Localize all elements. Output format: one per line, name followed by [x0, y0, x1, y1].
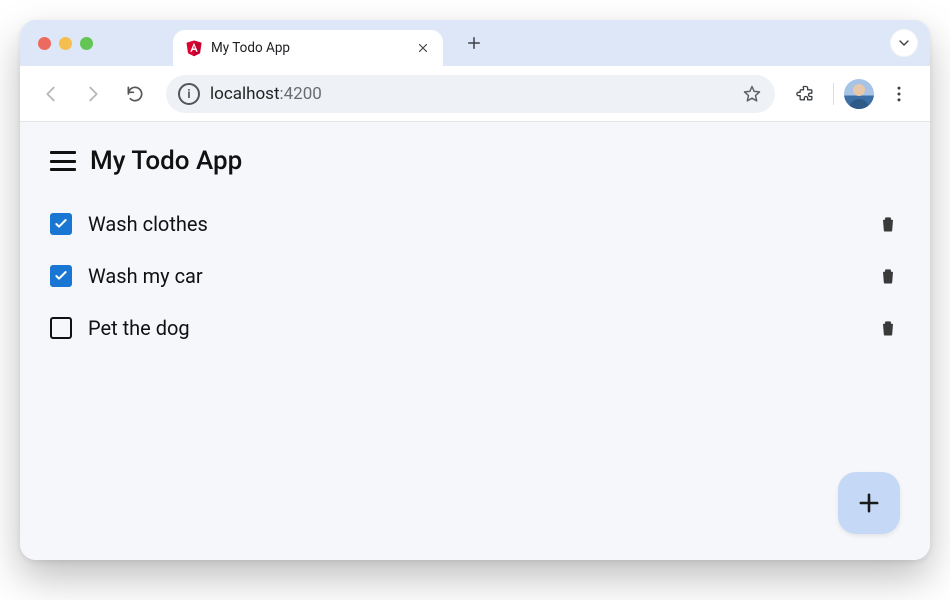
window-minimize-button[interactable] [59, 37, 72, 50]
delete-icon[interactable] [876, 212, 900, 236]
checkbox-checked[interactable] [50, 213, 72, 235]
app-content: My Todo App Wash clothes Wash my car [20, 122, 930, 560]
url-port: :4200 [280, 84, 322, 104]
todo-item: Wash my car [50, 264, 900, 288]
bookmark-button[interactable] [741, 83, 763, 105]
url-text: localhost:4200 [210, 84, 322, 104]
site-info-icon[interactable]: i [178, 83, 200, 105]
tab-close-button[interactable] [415, 40, 431, 56]
window-maximize-button[interactable] [80, 37, 93, 50]
browser-tab[interactable]: My Todo App [173, 30, 443, 66]
address-bar[interactable]: i localhost:4200 [166, 75, 775, 113]
todo-item: Wash clothes [50, 212, 900, 236]
app-title: My Todo App [90, 146, 242, 176]
toolbar-divider [833, 83, 834, 105]
todo-list: Wash clothes Wash my car Pet the dog [50, 212, 900, 340]
window-close-button[interactable] [38, 37, 51, 50]
new-tab-button[interactable] [459, 28, 489, 58]
back-button[interactable] [34, 77, 68, 111]
menu-icon[interactable] [50, 151, 76, 171]
add-todo-button[interactable] [838, 472, 900, 534]
checkbox-unchecked[interactable] [50, 317, 72, 339]
delete-icon[interactable] [876, 264, 900, 288]
window-controls [38, 37, 93, 50]
forward-button[interactable] [76, 77, 110, 111]
todo-item: Pet the dog [50, 316, 900, 340]
todo-label: Wash clothes [88, 212, 860, 236]
extensions-button[interactable] [789, 77, 823, 111]
browser-menu-button[interactable] [882, 77, 916, 111]
tab-search-button[interactable] [890, 29, 918, 57]
checkbox-checked[interactable] [50, 265, 72, 287]
browser-window: My Todo App i localhost:4200 [20, 20, 930, 560]
browser-toolbar: i localhost:4200 [20, 66, 930, 122]
profile-avatar[interactable] [844, 79, 874, 109]
angular-favicon [185, 39, 203, 57]
tab-strip: My Todo App [20, 20, 930, 66]
todo-label: Pet the dog [88, 316, 860, 340]
tab-title: My Todo App [211, 40, 407, 56]
delete-icon[interactable] [876, 316, 900, 340]
app-header: My Todo App [50, 146, 900, 176]
reload-button[interactable] [118, 77, 152, 111]
url-host: localhost [210, 84, 280, 104]
todo-label: Wash my car [88, 264, 860, 288]
